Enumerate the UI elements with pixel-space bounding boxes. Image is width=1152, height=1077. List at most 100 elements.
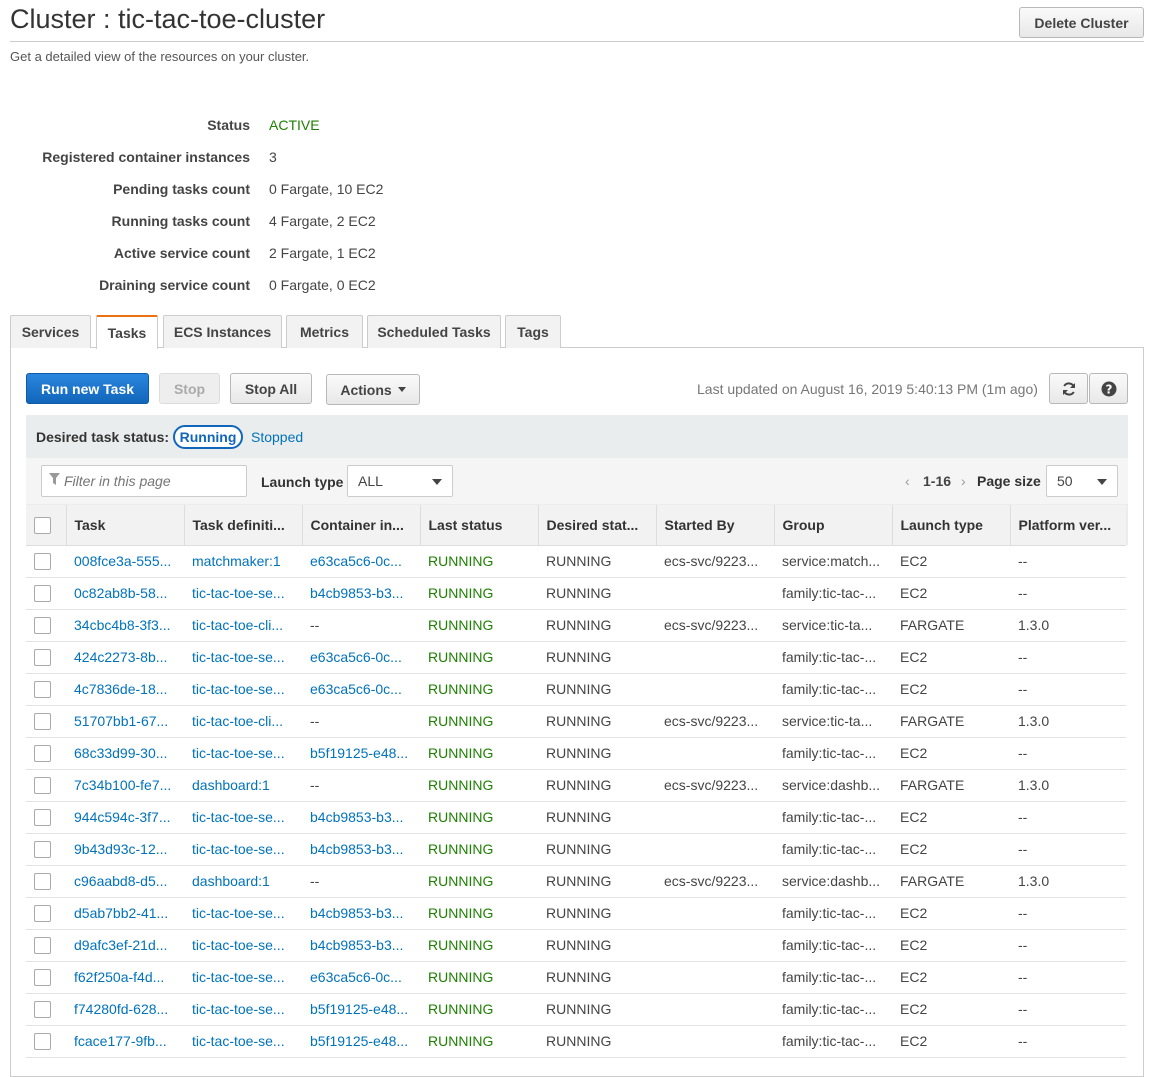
task-id-link[interactable]: 9b43d93c-12... <box>66 833 184 866</box>
task-id-link[interactable]: 7c34b100-fe7... <box>66 769 184 802</box>
task-definition-link[interactable]: dashboard:1 <box>184 769 302 802</box>
row-checkbox[interactable] <box>34 872 51 890</box>
task-id-link[interactable]: f74280fd-628... <box>66 993 184 1026</box>
task-id-link[interactable]: c96aabd8-d5... <box>66 865 184 898</box>
status-filter-stopped[interactable]: Stopped <box>251 429 303 445</box>
tab-tags[interactable]: Tags <box>505 315 561 348</box>
task-id-link[interactable]: 51707bb1-67... <box>66 705 184 738</box>
row-checkbox[interactable] <box>34 904 51 922</box>
column-header-container-instance[interactable]: Container in... <box>302 505 421 546</box>
table-row: 7c34b100-fe7... dashboard:1 -- RUNNING RUNNI… <box>26 769 1126 802</box>
row-checkbox[interactable] <box>34 744 51 762</box>
task-definition-link[interactable]: matchmaker:1 <box>184 545 302 578</box>
row-checkbox[interactable] <box>34 680 51 698</box>
container-instance-link[interactable]: b4cb9853-b3... <box>302 577 420 610</box>
task-definition-link[interactable]: tic-tac-toe-se... <box>184 801 302 834</box>
container-instance-link[interactable]: e63ca5c6-0c... <box>302 961 420 994</box>
task-definition-link[interactable]: tic-tac-toe-se... <box>184 897 302 930</box>
table-row: f62f250a-f4d... tic-tac-toe-se... e63ca5c6… <box>26 961 1126 994</box>
column-header-task[interactable]: Task <box>66 505 185 546</box>
task-id-link[interactable]: d9afc3ef-21d... <box>66 929 184 962</box>
title-divider <box>10 41 1144 42</box>
row-checkbox[interactable] <box>34 840 51 858</box>
desired-status: RUNNING <box>538 801 656 834</box>
task-definition-link[interactable]: tic-tac-toe-se... <box>184 961 302 994</box>
task-id-link[interactable]: fcace177-9fb... <box>66 1025 184 1058</box>
launch-type: EC2 <box>892 897 1010 930</box>
row-checkbox[interactable] <box>34 776 51 794</box>
container-instance-link[interactable]: b4cb9853-b3... <box>302 929 420 962</box>
container-instance-link[interactable]: b4cb9853-b3... <box>302 897 420 930</box>
task-id-link[interactable]: 34cbc4b8-3f3... <box>66 609 184 642</box>
container-instance-link[interactable]: b5f19125-e48... <box>302 737 420 770</box>
started-by <box>656 993 774 1026</box>
container-instance-link[interactable]: e63ca5c6-0c... <box>302 673 420 706</box>
container-instance-link[interactable]: b4cb9853-b3... <box>302 833 420 866</box>
row-checkbox[interactable] <box>34 968 51 986</box>
column-header-platform-version[interactable]: Platform ver... <box>1010 505 1126 546</box>
delete-cluster-button[interactable]: Delete Cluster <box>1019 7 1144 38</box>
tab-services[interactable]: Services <box>10 315 91 348</box>
task-definition-link[interactable]: tic-tac-toe-se... <box>184 993 302 1026</box>
task-id-link[interactable]: 0c82ab8b-58... <box>66 577 184 610</box>
row-checkbox[interactable] <box>34 1032 51 1050</box>
row-checkbox[interactable] <box>34 648 51 666</box>
container-instance-link[interactable]: b5f19125-e48... <box>302 1025 420 1058</box>
page-size-select[interactable]: 50 <box>1046 465 1118 497</box>
tab-metrics[interactable]: Metrics <box>286 315 363 348</box>
launch-type-select[interactable]: ALL <box>347 465 453 497</box>
column-header-last-status[interactable]: Last status <box>420 505 539 546</box>
tab-tasks[interactable]: Tasks <box>96 315 158 349</box>
task-id-link[interactable]: 008fce3a-555... <box>66 545 184 578</box>
task-definition-link[interactable]: tic-tac-toe-cli... <box>184 609 302 642</box>
row-checkbox[interactable] <box>34 584 51 602</box>
task-definition-link[interactable]: tic-tac-toe-se... <box>184 1025 302 1058</box>
stop-button[interactable]: Stop <box>159 373 220 404</box>
task-id-link[interactable]: f62f250a-f4d... <box>66 961 184 994</box>
refresh-button[interactable] <box>1049 373 1088 404</box>
task-definition-link[interactable]: tic-tac-toe-se... <box>184 737 302 770</box>
column-header-desired-status[interactable]: Desired stat... <box>538 505 657 546</box>
row-checkbox[interactable] <box>34 616 51 634</box>
status-filter-running[interactable]: Running <box>173 425 243 449</box>
help-button[interactable]: ? <box>1089 373 1128 404</box>
task-definition-link[interactable]: tic-tac-toe-se... <box>184 833 302 866</box>
container-instance-link[interactable]: e63ca5c6-0c... <box>302 641 420 674</box>
task-definition-link[interactable]: tic-tac-toe-se... <box>184 641 302 674</box>
container-instance-link[interactable]: e63ca5c6-0c... <box>302 545 420 578</box>
row-checkbox[interactable] <box>34 936 51 954</box>
task-id-link[interactable]: 424c2273-8b... <box>66 641 184 674</box>
column-header-group[interactable]: Group <box>774 505 893 546</box>
column-header-task-definition[interactable]: Task definiti... <box>184 505 303 546</box>
column-header-launch-type[interactable]: Launch type <box>892 505 1011 546</box>
pager-next-icon[interactable]: › <box>961 473 966 489</box>
stop-all-button[interactable]: Stop All <box>230 373 312 404</box>
container-instance-link[interactable]: b5f19125-e48... <box>302 993 420 1026</box>
task-id-link[interactable]: 944c594c-3f7... <box>66 801 184 834</box>
row-checkbox[interactable] <box>34 712 51 730</box>
task-id-link[interactable]: 68c33d99-30... <box>66 737 184 770</box>
tab-ecs-instances[interactable]: ECS Instances <box>163 315 282 348</box>
select-all-checkbox[interactable] <box>34 516 51 534</box>
tab-scheduled-tasks[interactable]: Scheduled Tasks <box>367 315 501 348</box>
row-checkbox[interactable] <box>34 552 51 570</box>
task-definition-link[interactable]: tic-tac-toe-se... <box>184 673 302 706</box>
actions-dropdown[interactable]: Actions <box>326 374 420 405</box>
task-definition-link[interactable]: tic-tac-toe-se... <box>184 929 302 962</box>
row-checkbox-cell <box>26 929 66 962</box>
platform-version: -- <box>1010 545 1126 578</box>
task-id-link[interactable]: d5ab7bb2-41... <box>66 897 184 930</box>
column-header-started-by[interactable]: Started By <box>656 505 775 546</box>
filter-input[interactable] <box>41 465 247 497</box>
last-status: RUNNING <box>420 673 538 706</box>
task-definition-link[interactable]: tic-tac-toe-cli... <box>184 705 302 738</box>
container-instance-link[interactable]: b4cb9853-b3... <box>302 801 420 834</box>
task-definition-link[interactable]: dashboard:1 <box>184 865 302 898</box>
row-checkbox[interactable] <box>34 1000 51 1018</box>
started-by <box>656 641 774 674</box>
row-checkbox[interactable] <box>34 808 51 826</box>
task-definition-link[interactable]: tic-tac-toe-se... <box>184 577 302 610</box>
run-new-task-button[interactable]: Run new Task <box>26 373 149 404</box>
task-id-link[interactable]: 4c7836de-18... <box>66 673 184 706</box>
pager-prev-icon[interactable]: ‹ <box>905 473 910 489</box>
